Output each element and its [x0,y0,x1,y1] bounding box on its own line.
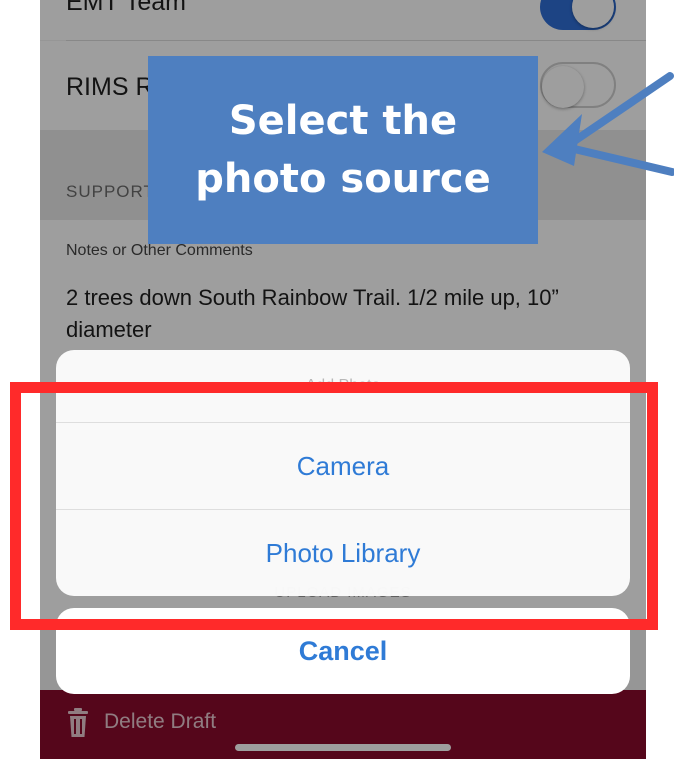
pointer-arrow-icon [542,72,674,176]
instruction-callout: Select the photo source [148,56,538,244]
highlight-box [10,382,658,630]
